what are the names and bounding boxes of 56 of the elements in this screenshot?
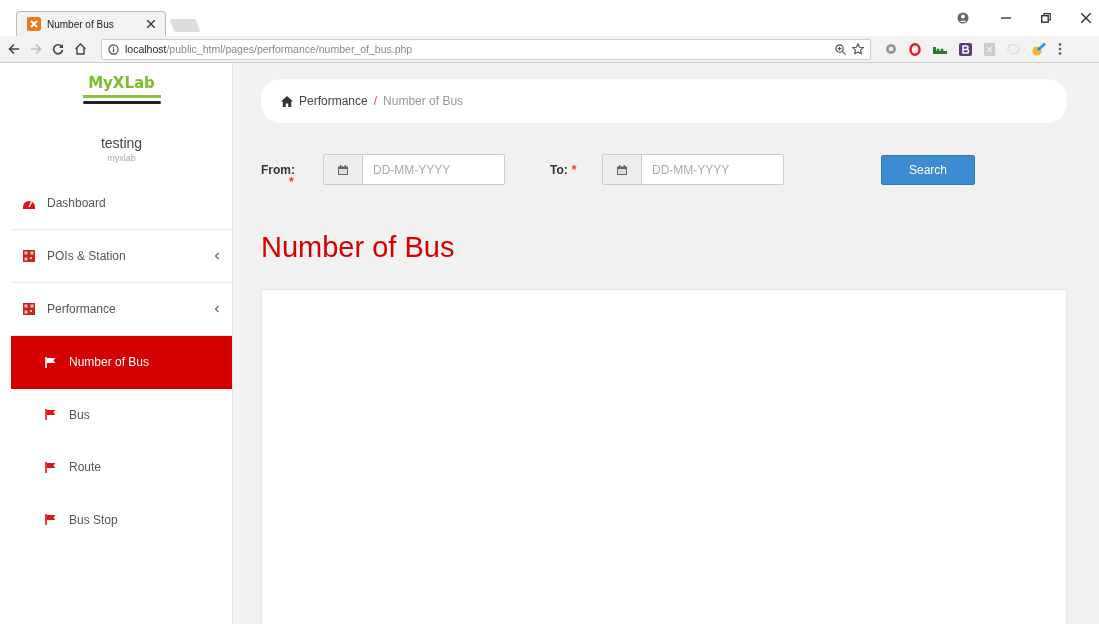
home-icon — [281, 95, 293, 107]
date-field[interactable]: DD-MM-YYYY — [363, 154, 505, 185]
nav-item[interactable]: Dashboard — [11, 177, 232, 230]
more-icon[interactable] — [1058, 43, 1062, 55]
flag-icon — [45, 409, 56, 421]
browser-tab[interactable]: Number of Bus — [16, 11, 166, 36]
chevron-left-icon — [214, 305, 220, 313]
nav-label: POIs & Station — [47, 249, 127, 263]
qr-code-icon — [23, 303, 35, 315]
calendar-addon[interactable] — [323, 154, 363, 185]
submenu-item[interactable]: Bus Stop — [11, 493, 232, 546]
tab-title: Number of Bus — [47, 18, 115, 30]
letter-extension-icon[interactable] — [959, 42, 972, 56]
search-button[interactable]: Search — [881, 154, 975, 185]
qr-code-icon — [23, 250, 35, 262]
favicon-icon — [27, 17, 41, 31]
nav-item[interactable]: POIs & Station — [11, 230, 232, 283]
flag-icon — [45, 356, 56, 368]
calendar-icon — [338, 164, 348, 175]
submenu-item[interactable]: Number of Bus — [11, 336, 232, 389]
restore-icon[interactable] — [1041, 13, 1051, 23]
url-text: localhost/public_html/pages/performance/number_of_bus.php — [125, 43, 413, 55]
logo-text: MyXLab — [88, 75, 155, 91]
chevron-left-icon — [214, 252, 220, 260]
nav-label: Dashboard — [47, 196, 107, 210]
address-bar[interactable]: localhost/public_html/pages/performance/number_of_bus.php — [101, 38, 871, 60]
nav-label: Performance — [47, 302, 117, 316]
required-mark: * — [289, 174, 294, 189]
circle-extension-icon[interactable] — [885, 43, 897, 55]
close-icon[interactable] — [1081, 13, 1091, 23]
zoom-icon[interactable] — [835, 43, 846, 55]
breadcrumb-separator: / — [373, 94, 378, 108]
submenu-item[interactable]: Bus — [11, 388, 232, 441]
star-icon[interactable] — [852, 43, 864, 55]
field-label: From: — [261, 162, 295, 177]
submenu-item[interactable]: Route — [11, 441, 232, 494]
page-title: Number of Bus — [261, 230, 456, 265]
back-icon[interactable] — [8, 43, 20, 55]
flag-icon — [45, 461, 56, 473]
brush-extension-icon[interactable] — [1032, 42, 1046, 56]
field-label: To: — [550, 162, 568, 177]
user-organization: myxlab — [106, 153, 137, 163]
home-icon[interactable] — [74, 43, 87, 55]
reload-icon[interactable] — [52, 43, 64, 55]
breadcrumb-link[interactable]: Performance — [299, 94, 368, 108]
caterpillar-extension-icon[interactable] — [933, 44, 947, 54]
ring-extension-icon[interactable] — [909, 42, 921, 56]
account-icon[interactable] — [957, 12, 969, 24]
info-icon[interactable] — [108, 43, 119, 55]
calendar-addon[interactable] — [602, 154, 642, 185]
date-field[interactable]: DD-MM-YYYY — [642, 154, 784, 185]
close-icon[interactable] — [147, 20, 155, 28]
flag-icon — [45, 514, 56, 526]
user-name: testing — [99, 135, 144, 151]
required-mark: * — [571, 162, 577, 177]
calendar-icon — [617, 164, 627, 175]
